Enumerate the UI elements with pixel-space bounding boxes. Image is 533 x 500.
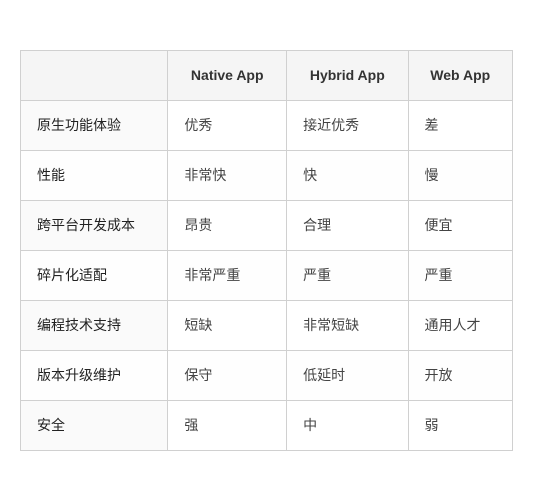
row-native-value: 非常严重 — [168, 250, 287, 300]
row-hybrid-value: 低延时 — [287, 350, 408, 400]
row-web-value: 慢 — [408, 150, 513, 200]
table-row: 安全强中弱 — [21, 400, 513, 450]
table-row: 性能非常快快慢 — [21, 150, 513, 200]
row-native-value: 短缺 — [168, 300, 287, 350]
row-label: 碎片化适配 — [21, 250, 168, 300]
row-hybrid-value: 严重 — [287, 250, 408, 300]
row-hybrid-value: 中 — [287, 400, 408, 450]
row-label: 性能 — [21, 150, 168, 200]
row-label: 版本升级维护 — [21, 350, 168, 400]
comparison-table: Native App Hybrid App Web App 原生功能体验优秀接近… — [20, 50, 513, 451]
header-native-app: Native App — [168, 50, 287, 100]
row-hybrid-value: 合理 — [287, 200, 408, 250]
row-web-value: 弱 — [408, 400, 513, 450]
table-row: 原生功能体验优秀接近优秀差 — [21, 100, 513, 150]
row-native-value: 优秀 — [168, 100, 287, 150]
table-row: 跨平台开发成本昂贵合理便宜 — [21, 200, 513, 250]
row-web-value: 便宜 — [408, 200, 513, 250]
header-empty — [21, 50, 168, 100]
row-label: 编程技术支持 — [21, 300, 168, 350]
row-label: 跨平台开发成本 — [21, 200, 168, 250]
row-label: 原生功能体验 — [21, 100, 168, 150]
table-row: 碎片化适配非常严重严重严重 — [21, 250, 513, 300]
row-native-value: 非常快 — [168, 150, 287, 200]
row-web-value: 差 — [408, 100, 513, 150]
row-hybrid-value: 接近优秀 — [287, 100, 408, 150]
row-native-value: 昂贵 — [168, 200, 287, 250]
header-web-app: Web App — [408, 50, 513, 100]
row-native-value: 保守 — [168, 350, 287, 400]
row-hybrid-value: 非常短缺 — [287, 300, 408, 350]
header-hybrid-app: Hybrid App — [287, 50, 408, 100]
row-web-value: 开放 — [408, 350, 513, 400]
table-row: 编程技术支持短缺非常短缺通用人才 — [21, 300, 513, 350]
row-label: 安全 — [21, 400, 168, 450]
row-web-value: 通用人才 — [408, 300, 513, 350]
row-hybrid-value: 快 — [287, 150, 408, 200]
row-web-value: 严重 — [408, 250, 513, 300]
table-row: 版本升级维护保守低延时开放 — [21, 350, 513, 400]
row-native-value: 强 — [168, 400, 287, 450]
